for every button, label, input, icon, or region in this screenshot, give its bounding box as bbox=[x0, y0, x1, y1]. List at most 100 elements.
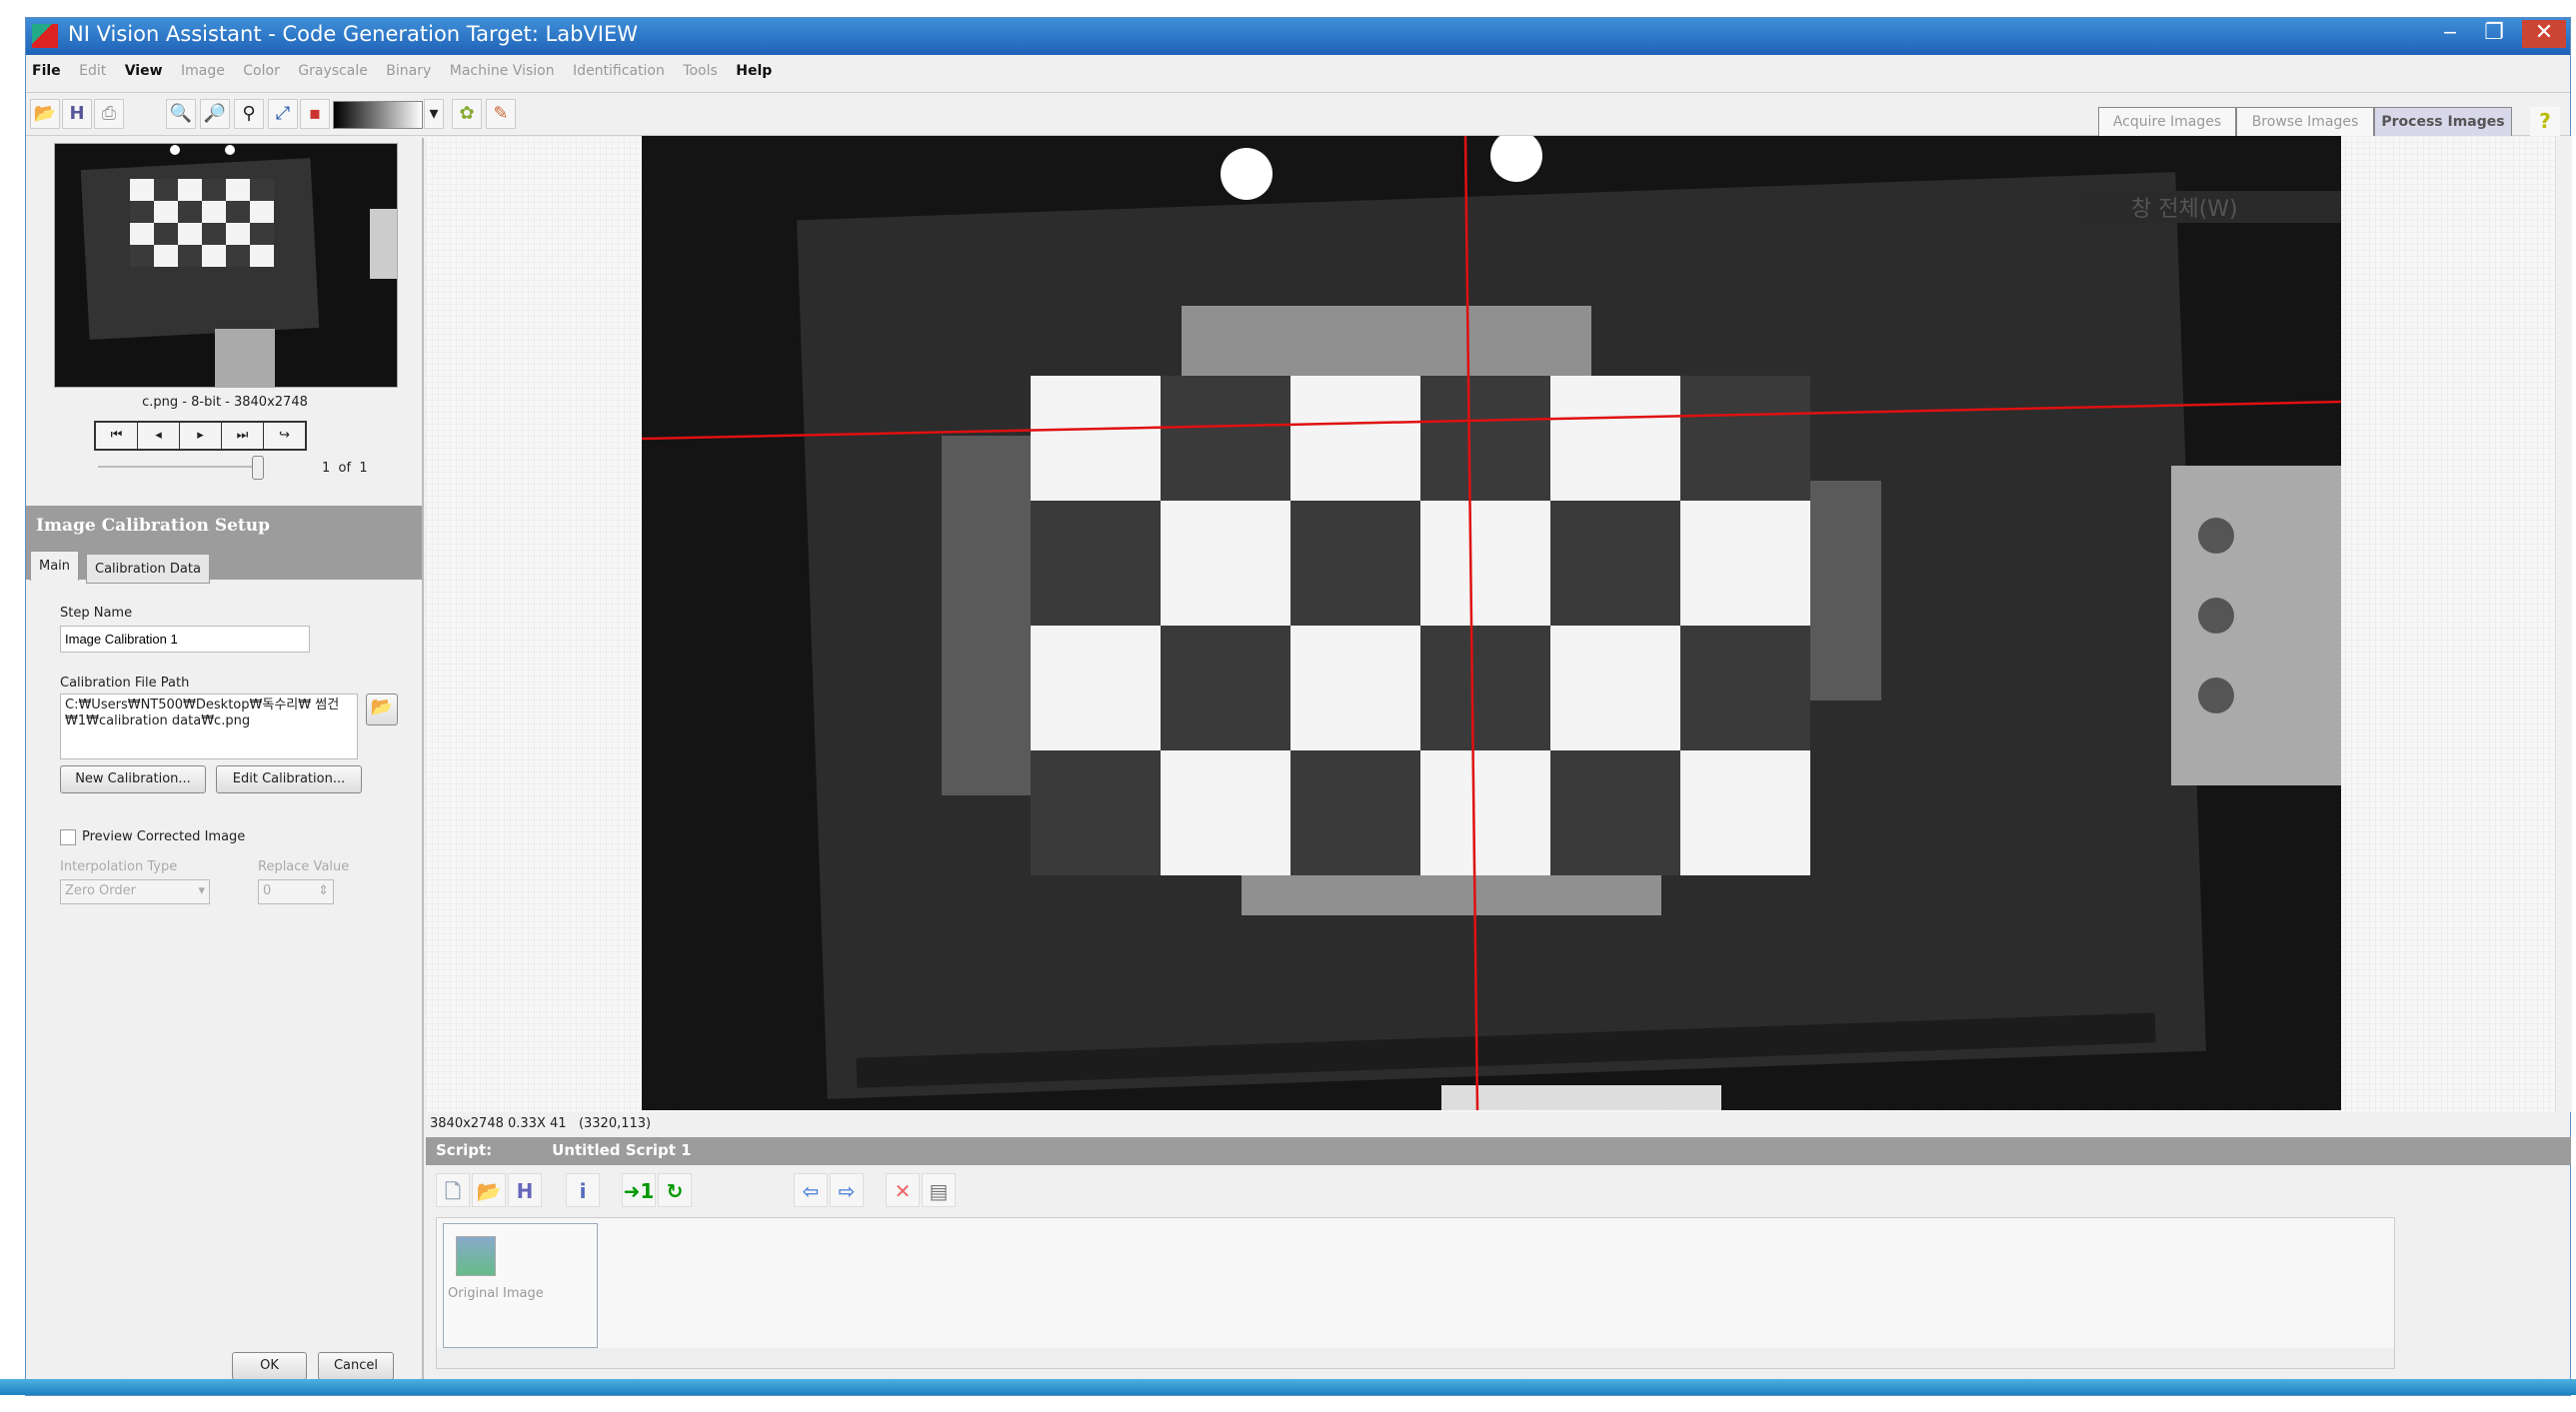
step-properties-icon[interactable]: ▤ bbox=[922, 1173, 956, 1207]
script-label: Script: bbox=[436, 1141, 493, 1159]
zoom-in-icon[interactable]: 🔍 bbox=[166, 99, 196, 129]
browse-images-tab[interactable]: Browse Images bbox=[2236, 107, 2374, 137]
checker-square bbox=[154, 245, 178, 267]
calibration-header: Image Calibration Setup bbox=[26, 506, 422, 549]
spinner-icon: ⇕ bbox=[318, 883, 329, 898]
close-button[interactable]: ✕ bbox=[2522, 20, 2566, 48]
checker-square bbox=[1290, 376, 1420, 501]
image-viewer[interactable]: 창 전체(W) bbox=[426, 130, 2555, 1112]
checker-square bbox=[202, 179, 226, 201]
taskbar bbox=[0, 1379, 2576, 1395]
process-images-tab[interactable]: Process Images bbox=[2374, 107, 2512, 137]
checker-square bbox=[178, 223, 202, 245]
step-name-label: Step Name bbox=[60, 606, 133, 621]
run-loop-icon[interactable]: ↻ bbox=[658, 1173, 692, 1207]
previous-image-button[interactable]: ◂ bbox=[138, 423, 180, 449]
checker-square bbox=[1290, 750, 1420, 875]
menu-file[interactable]: File bbox=[32, 63, 61, 79]
interpolation-type-select[interactable]: Zero Order ▾ bbox=[60, 879, 210, 904]
step-name-input[interactable] bbox=[60, 626, 310, 653]
checker-square bbox=[178, 201, 202, 223]
cancel-button[interactable]: Cancel bbox=[318, 1352, 394, 1380]
move-right-icon[interactable]: ⇨ bbox=[830, 1173, 864, 1207]
move-left-icon[interactable]: ⇦ bbox=[794, 1173, 828, 1207]
menu-edit[interactable]: Edit bbox=[79, 63, 106, 79]
page-indicator: 1 of 1 bbox=[322, 461, 368, 476]
replace-value-label: Replace Value bbox=[258, 859, 350, 874]
menu-image[interactable]: Image bbox=[181, 63, 225, 79]
print-icon[interactable]: ⎙ bbox=[94, 99, 124, 129]
zoom-fit-icon[interactable]: ⤢ bbox=[268, 99, 298, 129]
title-bar: NI Vision Assistant - Code Generation Ta… bbox=[26, 18, 2570, 55]
page-current: 1 bbox=[322, 461, 331, 476]
help-icon[interactable]: ? bbox=[2530, 107, 2560, 137]
script-horizontal-scrollbar[interactable] bbox=[437, 1348, 2394, 1368]
minimize-button[interactable]: ‒ bbox=[2428, 20, 2472, 48]
cursor-coordinates: (3320,113) bbox=[578, 1116, 652, 1131]
menu-tools[interactable]: Tools bbox=[683, 63, 718, 79]
viewer-vertical-scrollbar[interactable] bbox=[2555, 136, 2572, 1112]
checker-square bbox=[1680, 376, 1810, 501]
first-image-button[interactable]: ⏮ bbox=[96, 423, 138, 449]
image-thumbnail[interactable] bbox=[54, 143, 398, 388]
color-tool-icon[interactable]: ✿ bbox=[452, 99, 482, 129]
replace-value-input[interactable]: 0 ⇕ bbox=[258, 879, 334, 904]
menu-color[interactable]: Color bbox=[243, 63, 280, 79]
delete-step-icon[interactable]: ✕ bbox=[886, 1173, 920, 1207]
script-name: Untitled Script 1 bbox=[552, 1141, 692, 1159]
menu-view[interactable]: View bbox=[125, 63, 163, 79]
last-image-button[interactable]: ⏭ bbox=[222, 423, 264, 449]
page-total: 1 bbox=[359, 461, 368, 476]
save-script-icon[interactable]: H bbox=[508, 1173, 542, 1207]
checker-square bbox=[250, 179, 274, 201]
new-calibration-button[interactable]: New Calibration... bbox=[60, 765, 206, 793]
zoom-1to1-icon[interactable]: ⚲ bbox=[234, 99, 264, 129]
save-image-icon[interactable]: H bbox=[62, 99, 92, 129]
menu-bar: File Edit View Image Color Grayscale Bin… bbox=[26, 56, 2570, 88]
checker-square bbox=[250, 201, 274, 223]
checker-square bbox=[226, 179, 250, 201]
new-script-icon[interactable]: 🗋 bbox=[436, 1173, 470, 1207]
left-panel: c.png - 8-bit - 3840x2748 ⏮ ◂ ▸ ⏭ ↪ 1 of… bbox=[26, 138, 424, 1395]
open-image-icon[interactable]: 📂 bbox=[30, 99, 60, 129]
grayscale-palette[interactable] bbox=[333, 101, 423, 129]
tab-calibration-data[interactable]: Calibration Data bbox=[86, 554, 210, 584]
checker-square bbox=[1420, 626, 1550, 750]
preview-corrected-label: Preview Corrected Image bbox=[82, 829, 246, 844]
menu-binary[interactable]: Binary bbox=[386, 63, 431, 79]
ok-button[interactable]: OK bbox=[232, 1352, 307, 1380]
acquire-images-tab[interactable]: Acquire Images bbox=[2098, 107, 2236, 137]
checker-square bbox=[1161, 750, 1290, 875]
open-script-icon[interactable]: 📂 bbox=[472, 1173, 506, 1207]
calibration-photo[interactable]: 창 전체(W) bbox=[641, 130, 2342, 1111]
edit-calibration-button[interactable]: Edit Calibration... bbox=[216, 765, 362, 793]
menu-machine-vision[interactable]: Machine Vision bbox=[450, 63, 555, 79]
palette-icon[interactable]: ▪ bbox=[300, 99, 330, 129]
run-once-icon[interactable]: ➜1 bbox=[622, 1173, 656, 1207]
preview-corrected-checkbox[interactable] bbox=[60, 829, 76, 845]
image-slider-track[interactable] bbox=[98, 466, 263, 468]
script-step[interactable]: Original Image bbox=[443, 1223, 598, 1348]
goto-image-button[interactable]: ↪ bbox=[264, 423, 305, 449]
checker-square bbox=[1680, 626, 1810, 750]
menu-help[interactable]: Help bbox=[736, 63, 772, 79]
calibration-tabs: Main Calibration Data bbox=[26, 549, 422, 584]
checker-square bbox=[154, 179, 178, 201]
color-picker-icon[interactable]: ✎ bbox=[486, 99, 516, 129]
calibration-path-input[interactable]: C:₩Users₩NT500₩Desktop₩독수리₩ 썸건₩1₩calibra… bbox=[60, 694, 358, 759]
restore-button[interactable]: ❐ bbox=[2472, 20, 2516, 48]
checker-square bbox=[1550, 750, 1680, 875]
checker-square bbox=[130, 223, 154, 245]
tab-main[interactable]: Main bbox=[30, 551, 80, 581]
browse-folder-icon[interactable]: 📂 bbox=[366, 694, 398, 725]
menu-grayscale[interactable]: Grayscale bbox=[298, 63, 368, 79]
zoom-out-icon[interactable]: 🔎 bbox=[200, 99, 230, 129]
next-image-button[interactable]: ▸ bbox=[180, 423, 222, 449]
info-icon[interactable]: i bbox=[566, 1173, 600, 1207]
checker-square bbox=[154, 201, 178, 223]
checker-square bbox=[250, 223, 274, 245]
palette-dropdown-icon[interactable]: ▾ bbox=[424, 99, 444, 129]
menu-identification[interactable]: Identification bbox=[573, 63, 665, 79]
image-slider-thumb[interactable] bbox=[252, 456, 264, 480]
checker-square bbox=[202, 245, 226, 267]
